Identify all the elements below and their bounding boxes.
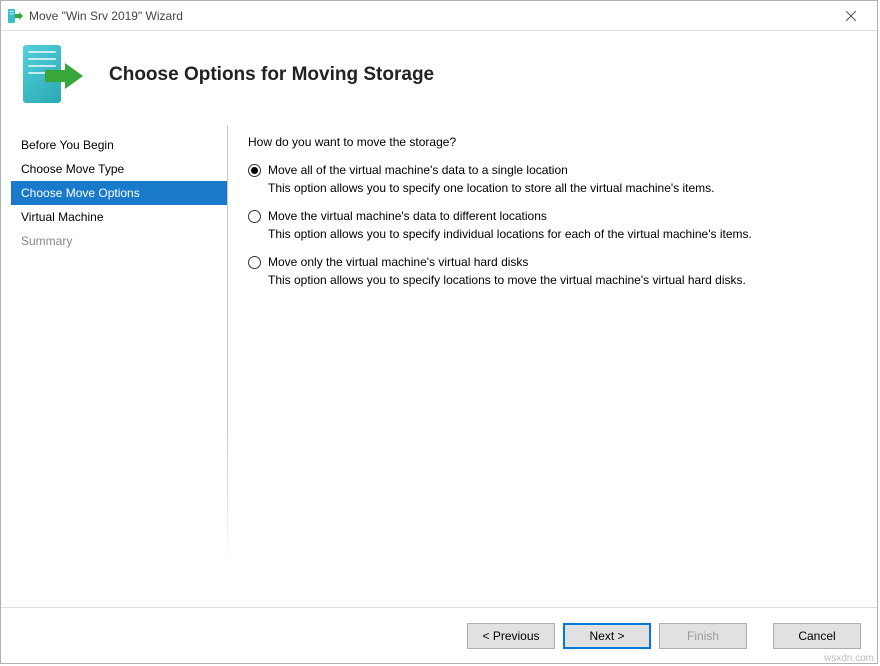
step-virtual-machine[interactable]: Virtual Machine xyxy=(11,205,227,229)
step-choose-move-options[interactable]: Choose Move Options xyxy=(11,181,227,205)
step-summary: Summary xyxy=(11,229,227,253)
wizard-icon xyxy=(23,45,81,105)
option-different-locations: Move the virtual machine's data to diffe… xyxy=(248,209,857,243)
option-label[interactable]: Move only the virtual machine's virtual … xyxy=(268,255,857,269)
option-single-location: Move all of the virtual machine's data t… xyxy=(248,163,857,197)
app-icon xyxy=(7,8,23,24)
option-label[interactable]: Move the virtual machine's data to diffe… xyxy=(268,209,857,223)
option-label[interactable]: Move all of the virtual machine's data t… xyxy=(268,163,857,177)
option-vhd-only: Move only the virtual machine's virtual … xyxy=(248,255,857,289)
window-title: Move "Win Srv 2019" Wizard xyxy=(29,9,829,23)
wizard-window: Move "Win Srv 2019" Wizard Choose Option… xyxy=(0,0,878,664)
question-text: How do you want to move the storage? xyxy=(248,135,857,149)
option-description: This option allows you to specify indivi… xyxy=(268,227,857,241)
titlebar: Move "Win Srv 2019" Wizard xyxy=(1,1,877,31)
radio-single-location[interactable] xyxy=(248,164,261,177)
main-area: Before You Begin Choose Move Type Choose… xyxy=(1,125,877,607)
close-icon xyxy=(846,11,856,21)
radio-vhd-only[interactable] xyxy=(248,256,261,269)
step-before-you-begin[interactable]: Before You Begin xyxy=(11,133,227,157)
radio-different-locations[interactable] xyxy=(248,210,261,223)
cancel-button[interactable]: Cancel xyxy=(773,623,861,649)
watermark: wsxdn.com xyxy=(824,653,874,664)
next-button[interactable]: Next > xyxy=(563,623,651,649)
wizard-footer: < Previous Next > Finish Cancel xyxy=(1,607,877,663)
option-description: This option allows you to specify one lo… xyxy=(268,181,857,195)
option-description: This option allows you to specify locati… xyxy=(268,273,857,287)
step-choose-move-type[interactable]: Choose Move Type xyxy=(11,157,227,181)
previous-button[interactable]: < Previous xyxy=(467,623,555,649)
finish-button: Finish xyxy=(659,623,747,649)
page-title: Choose Options for Moving Storage xyxy=(109,64,434,86)
wizard-steps: Before You Begin Choose Move Type Choose… xyxy=(11,125,227,607)
wizard-header: Choose Options for Moving Storage xyxy=(1,31,877,125)
close-button[interactable] xyxy=(829,2,873,30)
content-pane: How do you want to move the storage? Mov… xyxy=(228,125,867,607)
